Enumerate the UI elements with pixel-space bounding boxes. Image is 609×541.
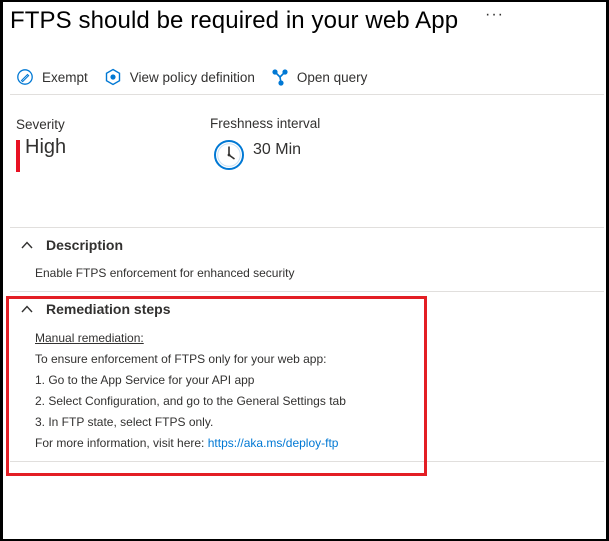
highlight-box (6, 296, 427, 476)
exempt-button[interactable]: Exempt (16, 68, 88, 86)
title-row: FTPS should be required in your web App (10, 4, 458, 38)
page-title: FTPS should be required in your web App (10, 7, 459, 34)
toolbar: Exempt View policy definition Open query (16, 66, 367, 88)
freshness-label: Freshness interval (210, 116, 321, 131)
exempt-icon (16, 68, 34, 86)
view-policy-label: View policy definition (129, 69, 255, 85)
divider (10, 94, 604, 95)
freshness-value: 30 Min (253, 141, 302, 158)
exempt-label: Exempt (42, 69, 88, 85)
more-icon[interactable]: ··· (485, 6, 504, 24)
clock-icon (213, 139, 245, 171)
severity-label: Severity (16, 117, 65, 132)
description-header[interactable]: Description (20, 237, 123, 253)
severity-indicator (16, 140, 20, 172)
open-query-button[interactable]: Open query (271, 68, 368, 86)
severity-value: High (25, 136, 67, 158)
description-text: Enable FTPS enforcement for enhanced sec… (35, 266, 295, 280)
policy-icon (104, 68, 122, 86)
view-policy-definition-button[interactable]: View policy definition (104, 68, 255, 86)
open-query-label: Open query (296, 69, 368, 85)
divider (10, 291, 604, 292)
query-icon (271, 68, 289, 86)
description-heading: Description (46, 237, 124, 253)
divider (10, 227, 604, 228)
chevron-up-icon (20, 238, 34, 252)
